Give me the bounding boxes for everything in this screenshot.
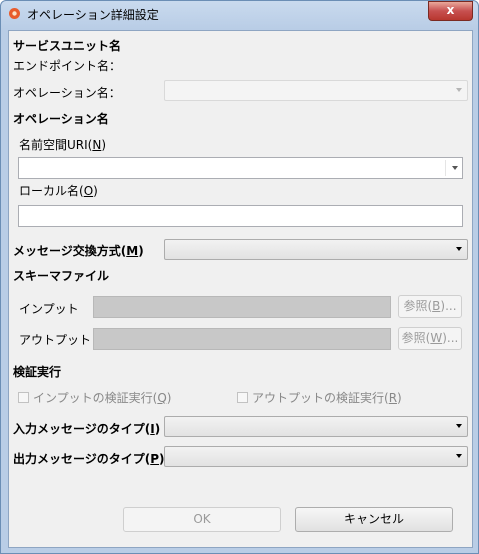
schema-file-heading: スキーマファイル [13, 269, 110, 283]
output-validation-label: アウトプットの検証実行(R) [252, 391, 402, 405]
schema-output-label: アウトプット [19, 333, 92, 347]
chevron-down-icon [456, 454, 462, 458]
message-exchange-label: メッセージ交換方式(M) [13, 244, 144, 258]
output-message-type-label: 出力メッセージのタイプ(P) [13, 452, 165, 466]
chevron-down-icon [456, 424, 462, 428]
chevron-down-icon [456, 88, 462, 92]
service-unit-heading: サービスユニット名 [13, 39, 122, 53]
local-name-label: ローカル名(O) [19, 184, 98, 198]
ok-button[interactable]: OK [123, 507, 281, 532]
namespace-uri-combo[interactable] [18, 157, 463, 179]
cancel-button[interactable]: キャンセル [295, 507, 453, 532]
local-name-input[interactable] [18, 205, 463, 227]
close-button[interactable]: x [428, 1, 473, 21]
input-message-type-select[interactable] [164, 416, 468, 437]
schema-input-browse-button[interactable]: 参照(B)... [398, 295, 462, 318]
dialog-body: サービスユニット名 エンドポイント名： オペレーション名： オペレーション名 名… [8, 30, 473, 548]
schema-output-field [93, 328, 391, 350]
validation-heading: 検証実行 [13, 365, 62, 379]
chevron-down-icon [452, 166, 458, 170]
input-validation-label: インプットの検証実行(Q) [33, 391, 172, 405]
chevron-down-icon [456, 247, 462, 251]
title-bar: オペレーション詳細設定 x [1, 1, 478, 27]
operation-name-select[interactable] [164, 80, 468, 101]
operation-heading: オペレーション名 [13, 112, 109, 126]
namespace-uri-label: 名前空間URI(N) [19, 138, 107, 152]
close-icon: x [446, 3, 455, 17]
app-gear-icon [8, 7, 21, 20]
message-exchange-select[interactable] [164, 239, 468, 260]
schema-input-label: インプット [19, 302, 79, 316]
schema-output-browse-button[interactable]: 参照(W)... [398, 327, 462, 350]
operation-name-label: オペレーション名： [13, 86, 121, 100]
dialog-window: オペレーション詳細設定 x サービスユニット名 エンドポイント名： オペレーショ… [0, 0, 479, 554]
checkbox-box [18, 392, 29, 403]
window-title: オペレーション詳細設定 [27, 8, 159, 22]
output-message-type-select[interactable] [164, 446, 468, 467]
input-message-type-label: 入力メッセージのタイプ(I) [13, 422, 161, 436]
checkbox-box [237, 392, 248, 403]
schema-input-field [93, 296, 391, 318]
endpoint-label: エンドポイント名： [13, 59, 122, 73]
